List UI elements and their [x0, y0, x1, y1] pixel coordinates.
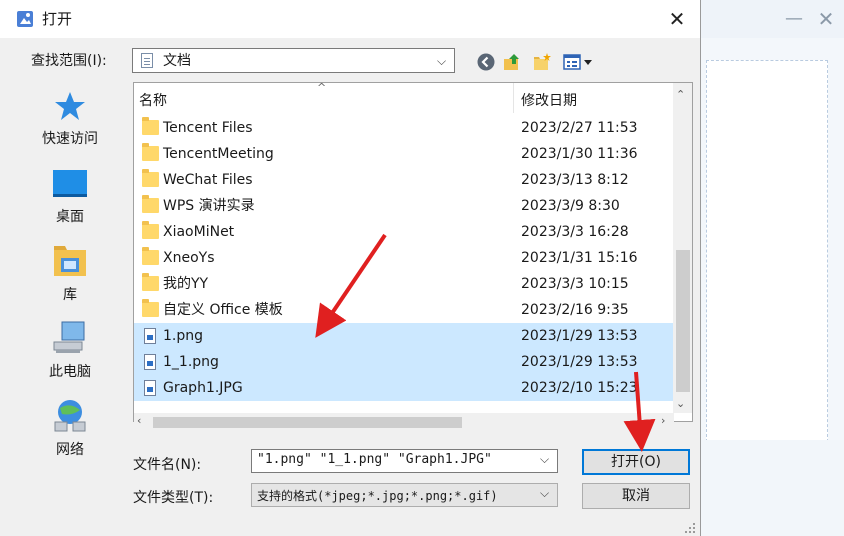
file-name: 我的YY: [163, 276, 209, 292]
file-date: 2023/1/29 13:53: [521, 354, 638, 370]
file-row[interactable]: Tencent Files 2023/2/27 11:53: [134, 115, 674, 141]
file-list[interactable]: ^ 名称 修改日期 Tencent Files 2023/2/27 11:53 Te…: [133, 82, 693, 422]
file-date: 2023/2/27 11:53: [521, 120, 638, 136]
network-icon: [54, 400, 86, 432]
scroll-up-icon[interactable]: ⌃: [676, 88, 685, 101]
library-icon: [54, 246, 86, 276]
file-name: TencentMeeting: [163, 146, 274, 162]
column-header-date[interactable]: 修改日期: [521, 90, 577, 110]
file-row[interactable]: 1.png 2023/1/29 13:53: [134, 323, 674, 349]
file-date: 2023/2/10 15:23: [521, 380, 638, 396]
file-name: 1.png: [163, 328, 204, 344]
file-name: XiaoMiNet: [163, 224, 235, 240]
file-name: XneoYs: [163, 250, 215, 266]
file-row[interactable]: WPS 演讲实录 2023/3/9 8:30: [134, 193, 674, 219]
place-network[interactable]: 网络: [22, 398, 118, 458]
place-label: 快速访问: [42, 131, 98, 147]
file-row[interactable]: 1_1.png 2023/1/29 13:53: [134, 349, 674, 375]
folder-icon: [142, 273, 159, 291]
background-drop-area: [706, 60, 828, 452]
place-quick-access[interactable]: 快速访问: [22, 90, 118, 150]
file-date: 2023/1/30 11:36: [521, 146, 638, 162]
folder-icon: [142, 169, 159, 187]
image-file-icon: [144, 380, 156, 396]
file-row[interactable]: Graph1.JPG 2023/2/10 15:23: [134, 375, 674, 401]
file-row[interactable]: 自定义 Office 模板 2023/2/16 9:35: [134, 297, 674, 323]
dialog-title: 打开: [42, 10, 73, 28]
place-label: 此电脑: [49, 364, 91, 380]
place-label: 桌面: [56, 209, 84, 225]
file-name: WeChat Files: [163, 172, 253, 188]
file-date: 2023/2/16 9:35: [521, 302, 629, 318]
star-icon: [55, 92, 85, 120]
folder-icon: [142, 221, 159, 239]
place-label: 库: [63, 287, 77, 303]
look-in-label: 查找范围(I):: [31, 53, 107, 69]
open-button[interactable]: 打开(O): [582, 449, 690, 475]
file-row[interactable]: XiaoMiNet 2023/3/3 16:28: [134, 219, 674, 245]
scroll-right-icon[interactable]: ›: [661, 414, 665, 427]
up-folder-icon[interactable]: [502, 52, 522, 72]
folder-icon: [142, 143, 159, 161]
app-icon: [17, 11, 33, 27]
close-button[interactable]: ✕: [664, 6, 690, 32]
background-footer: [700, 440, 844, 536]
background-minimize-button[interactable]: —: [783, 8, 805, 30]
file-row[interactable]: 我的YY 2023/3/3 10:15: [134, 271, 674, 297]
file-date: 2023/1/29 13:53: [521, 328, 638, 344]
file-row[interactable]: XneoYs 2023/1/31 15:16: [134, 245, 674, 271]
dialog-titlebar: [0, 0, 700, 38]
computer-icon: [53, 321, 85, 353]
scroll-down-icon[interactable]: ⌄: [676, 397, 685, 410]
look-in-value: 文档: [163, 53, 191, 69]
file-date: 2023/3/3 10:15: [521, 276, 629, 292]
image-file-icon: [144, 354, 156, 370]
horizontal-scroll-thumb[interactable]: [153, 417, 462, 428]
folder-icon: [142, 195, 159, 213]
file-type-dropdown[interactable]: 支持的格式(*jpeg;*.jpg;*.png;*.gif) ⌵: [251, 483, 558, 507]
chevron-down-icon[interactable]: ⌵: [540, 486, 549, 501]
new-folder-icon[interactable]: [532, 52, 552, 72]
sort-ascending-icon: ^: [317, 82, 327, 94]
place-label: 网络: [56, 442, 84, 458]
vertical-scroll-thumb[interactable]: [676, 250, 690, 392]
chevron-down-icon[interactable]: ⌵: [437, 51, 446, 71]
background-close-button[interactable]: ✕: [815, 8, 837, 30]
desktop-icon: [53, 170, 87, 197]
place-this-pc[interactable]: 此电脑: [22, 320, 118, 380]
chevron-down-icon[interactable]: ⌵: [540, 452, 549, 467]
file-name: Graph1.JPG: [163, 380, 243, 396]
column-divider[interactable]: [513, 83, 514, 113]
file-name: 自定义 Office 模板: [163, 302, 283, 318]
look-in-dropdown[interactable]: 文档 ⌵: [132, 48, 455, 73]
file-name: Tencent Files: [163, 120, 253, 136]
folder-icon: [142, 117, 159, 135]
folder-icon: [142, 247, 159, 265]
file-name-field[interactable]: "1.png" "1_1.png" "Graph1.JPG" ⌵: [251, 449, 558, 473]
file-name-value[interactable]: "1.png" "1_1.png" "Graph1.JPG": [257, 452, 492, 467]
views-menu-icon[interactable]: [562, 52, 594, 72]
file-name: 1_1.png: [163, 354, 219, 370]
back-icon[interactable]: [476, 52, 496, 72]
cancel-button[interactable]: 取消: [582, 483, 690, 509]
place-library[interactable]: 库: [22, 244, 118, 304]
place-desktop[interactable]: 桌面: [22, 168, 118, 228]
file-date: 2023/3/13 8:12: [521, 172, 629, 188]
file-date: 2023/1/31 15:16: [521, 250, 638, 266]
image-file-icon: [144, 328, 156, 344]
file-type-label: 文件类型(T):: [133, 490, 214, 506]
file-date: 2023/3/3 16:28: [521, 224, 629, 240]
file-name: WPS 演讲实录: [163, 198, 255, 214]
column-header-name[interactable]: 名称: [139, 90, 167, 110]
folder-icon: [142, 299, 159, 317]
resize-grip-icon[interactable]: [684, 522, 696, 534]
file-name-label: 文件名(N):: [133, 457, 202, 473]
scroll-left-icon[interactable]: ‹: [137, 414, 141, 427]
file-date: 2023/3/9 8:30: [521, 198, 620, 214]
documents-icon: [141, 53, 153, 68]
file-type-value: 支持的格式(*jpeg;*.jpg;*.png;*.gif): [257, 489, 498, 503]
file-row[interactable]: WeChat Files 2023/3/13 8:12: [134, 167, 674, 193]
file-row[interactable]: TencentMeeting 2023/1/30 11:36: [134, 141, 674, 167]
